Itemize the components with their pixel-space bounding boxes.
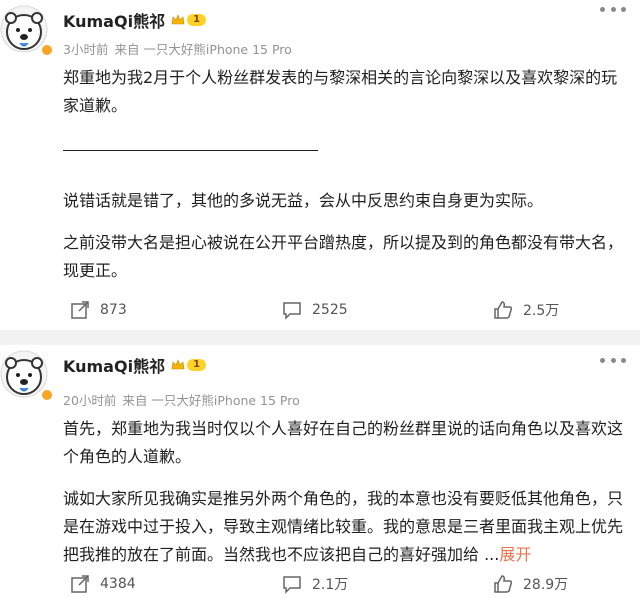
post-paragraph-text: 诚如大家所见我确实是推另外两个角色的，我的本意也没有要贬低其他角色，只是在游戏中…	[63, 489, 624, 564]
user-name[interactable]: KumaQi熊祁	[63, 8, 165, 32]
post-separator	[0, 330, 640, 345]
post-meta: 20小时前 来自 一只大好熊iPhone 15 Pro	[63, 390, 300, 409]
repost-count: 4384	[100, 576, 136, 592]
post-paragraph: 诚如大家所见我确实是推另外两个角色的，我的本意也没有要贬低其他角色，只是在游戏中…	[63, 485, 623, 569]
like-button[interactable]: 2.5万	[493, 297, 559, 323]
post-time[interactable]: 20小时前	[63, 393, 116, 408]
comment-button[interactable]: 2525	[282, 297, 348, 323]
post-meta: 3小时前 来自 一只大好熊iPhone 15 Pro	[63, 39, 292, 58]
like-icon	[494, 301, 513, 319]
post-paragraph: 之前没带大名是担心被说在公开平台蹭热度，所以提及到的角色都没有带大名，现更正。	[63, 233, 624, 280]
like-count: 2.5万	[523, 303, 560, 319]
expand-link[interactable]: 展开	[499, 545, 531, 564]
action-bar: 4384 2.1万 28.9万	[0, 571, 640, 597]
more-icon[interactable]	[600, 351, 626, 369]
repost-button[interactable]: 4384	[70, 571, 136, 597]
repost-button[interactable]: 873	[70, 297, 127, 323]
comment-icon	[283, 576, 301, 594]
repost-count: 873	[100, 302, 127, 318]
user-avatar[interactable]	[0, 5, 54, 57]
level-number: 1	[187, 14, 207, 26]
divider-line	[63, 150, 318, 151]
repost-icon	[71, 575, 89, 593]
weibo-post: KumaQi熊祁 1 20小时前 来自 一只大好熊iPhone 15 Pro 首先…	[0, 345, 640, 598]
user-name[interactable]: KumaQi熊祁	[63, 353, 165, 377]
repost-icon	[71, 301, 89, 319]
post-body: 首先，郑重地为我当时仅以个人喜好在自己的粉丝群里说的话向角色以及喜欢这个角色的人…	[63, 415, 623, 569]
weibo-post: KumaQi熊祁 1 3小时前 来自 一只大好熊iPhone 15 Pro 郑重地…	[0, 0, 640, 330]
comment-icon	[283, 302, 301, 320]
level-badge[interactable]: 1	[171, 12, 207, 28]
level-number: 1	[187, 359, 207, 371]
like-button[interactable]: 28.9万	[493, 571, 568, 597]
post-body: 郑重地为我2月于个人粉丝群发表的与黎深相关的言论向黎深以及喜欢黎深的玩家道歉。	[63, 64, 623, 120]
like-count: 28.9万	[523, 577, 569, 593]
like-icon	[494, 575, 513, 593]
crown-icon	[171, 14, 185, 25]
more-icon[interactable]	[600, 0, 626, 18]
post-body: 说错话就是错了，其他的多说无益，会从中反思约束自身更为实际。 之前没带大名是担心…	[63, 187, 623, 285]
verified-badge-icon	[40, 388, 54, 402]
post-paragraph: 首先，郑重地为我当时仅以个人喜好在自己的粉丝群里说的话向角色以及喜欢这个角色的人…	[63, 419, 624, 466]
verified-badge-icon	[40, 43, 54, 57]
crown-icon	[171, 359, 185, 370]
comment-button[interactable]: 2.1万	[282, 571, 348, 597]
post-paragraph: 郑重地为我2月于个人粉丝群发表的与黎深相关的言论向黎深以及喜欢黎深的玩家道歉。	[63, 68, 618, 115]
action-bar: 873 2525 2.5万	[0, 297, 640, 323]
level-badge[interactable]: 1	[171, 357, 207, 373]
comment-count: 2.1万	[312, 577, 349, 593]
post-source: 来自 一只大好熊iPhone 15 Pro	[114, 42, 292, 57]
user-avatar[interactable]	[0, 350, 54, 402]
comment-count: 2525	[312, 302, 348, 318]
post-paragraph: 说错话就是错了，其他的多说无益，会从中反思约束自身更为实际。	[63, 191, 544, 210]
post-time[interactable]: 3小时前	[63, 42, 108, 57]
post-source: 来自 一只大好熊iPhone 15 Pro	[122, 393, 300, 408]
